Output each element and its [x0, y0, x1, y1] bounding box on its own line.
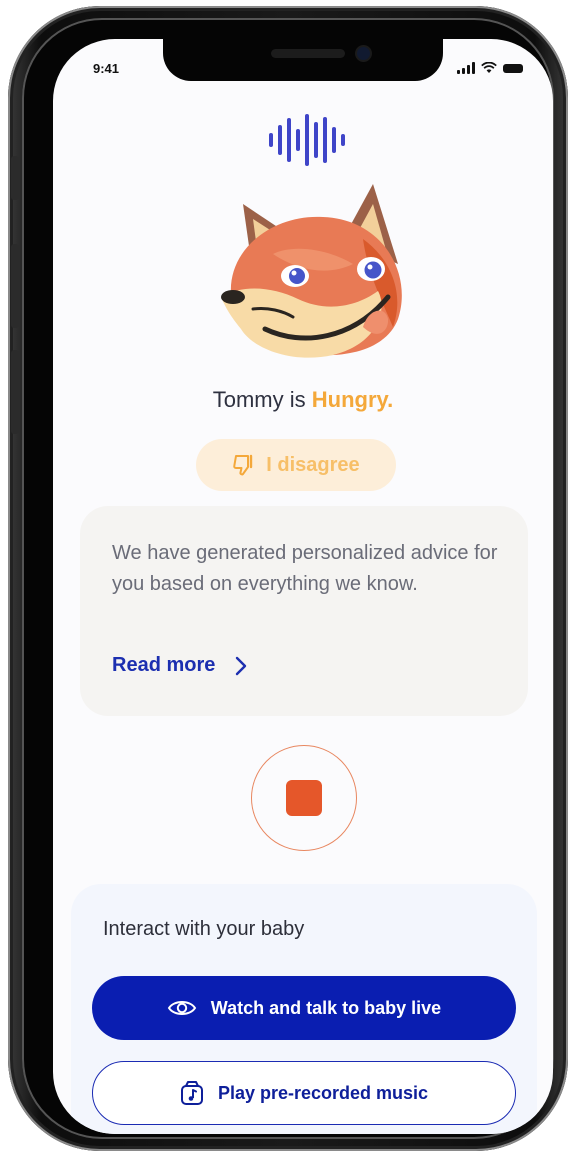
- phone-frame: 9:41 Tommy is Hungry. I disagree We have…: [8, 6, 568, 1151]
- disagree-label: I disagree: [266, 453, 360, 476]
- status-time: 9:41: [93, 61, 120, 76]
- camera: [357, 47, 370, 60]
- advice-text: We have generated personalized advice fo…: [112, 542, 498, 595]
- play-music-button[interactable]: Play pre-recorded music: [92, 1061, 516, 1125]
- stop-icon: [286, 780, 322, 816]
- signal-icon: [457, 62, 475, 74]
- music-box-icon: [180, 1081, 203, 1105]
- advice-card: We have generated personalized advice fo…: [80, 506, 528, 716]
- interact-title: Interact with your baby: [103, 918, 305, 940]
- status-prefix: Tommy is: [212, 387, 306, 412]
- fox-face-icon: [221, 184, 402, 358]
- battery-icon: [503, 63, 523, 73]
- eye-icon: [167, 1001, 196, 1015]
- sound-wave-logo-icon: [269, 114, 345, 166]
- read-more-link[interactable]: Read more: [112, 654, 247, 677]
- app-screen: 9:41 Tommy is Hungry. I disagree We have…: [53, 39, 553, 1134]
- interact-section: Interact with your baby Watch and talk t…: [71, 884, 537, 1134]
- volume-down-button: [11, 350, 19, 434]
- chevron-right-icon: [236, 656, 247, 675]
- status-mood: Hungry.: [311, 387, 394, 412]
- mute-switch: [11, 156, 19, 200]
- thumbs-down-icon: [233, 454, 253, 476]
- status-icons: [457, 61, 523, 75]
- watch-live-button[interactable]: Watch and talk to baby live: [92, 976, 516, 1040]
- read-more-label: Read more: [112, 654, 216, 676]
- volume-up-button: [11, 244, 19, 328]
- speaker: [271, 49, 345, 58]
- watch-live-label: Watch and talk to baby live: [210, 997, 442, 1018]
- wifi-icon: [481, 62, 497, 73]
- stop-recording-button[interactable]: [251, 745, 357, 851]
- disagree-button[interactable]: I disagree: [196, 439, 396, 491]
- play-music-label: Play pre-recorded music: [217, 1082, 429, 1103]
- notch: [163, 39, 443, 81]
- baby-status: Tommy is Hungry.: [53, 387, 553, 413]
